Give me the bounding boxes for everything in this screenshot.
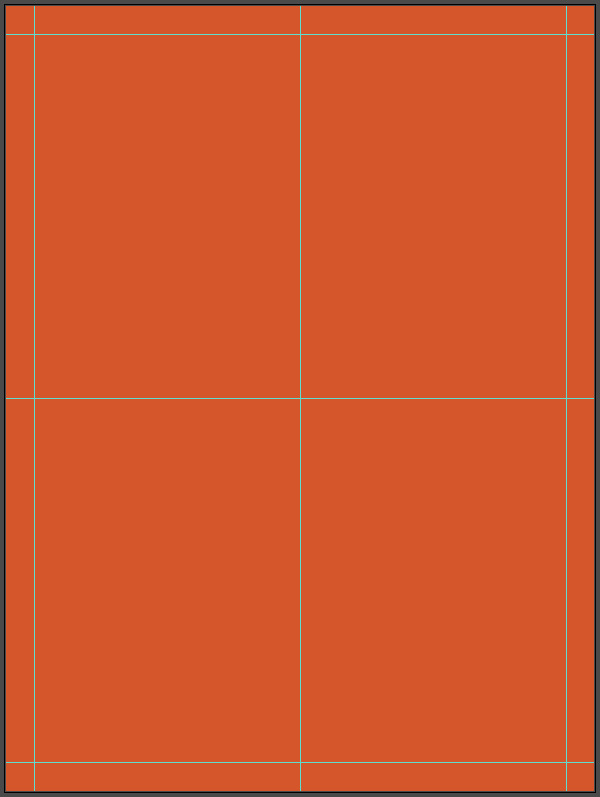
guide-horizontal-2[interactable] bbox=[6, 762, 594, 763]
guide-horizontal-0[interactable] bbox=[6, 34, 594, 35]
guide-horizontal-1[interactable] bbox=[6, 398, 594, 399]
